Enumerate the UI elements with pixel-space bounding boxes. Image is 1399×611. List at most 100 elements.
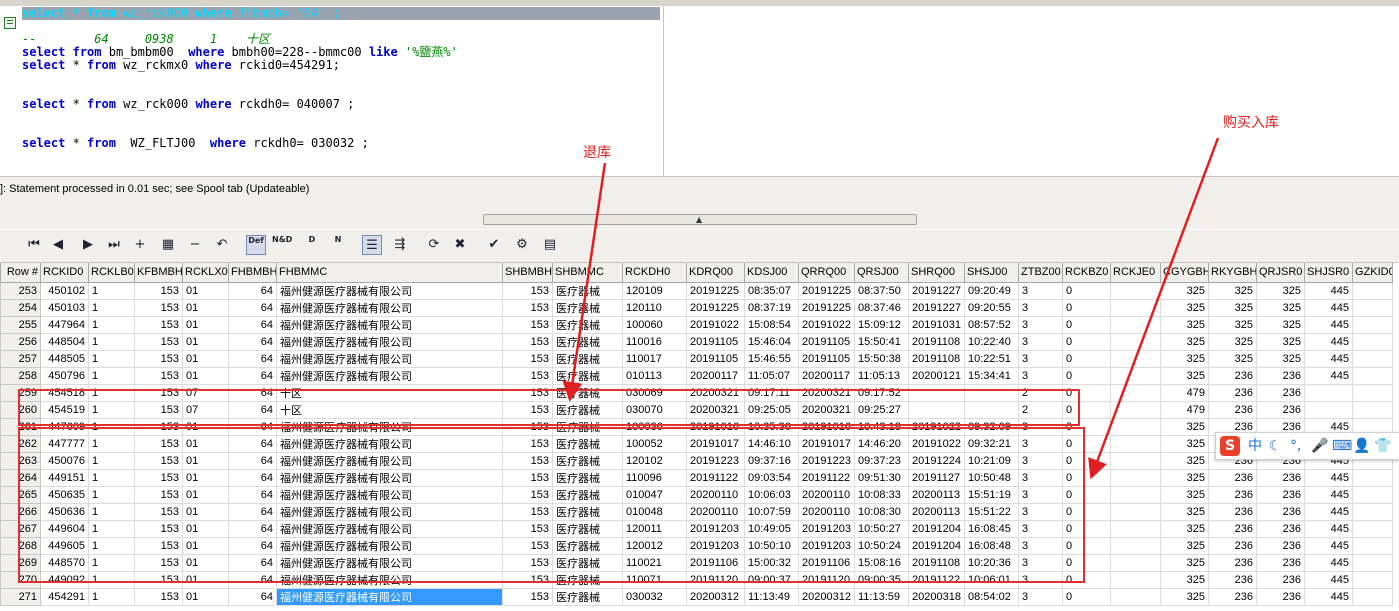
user-icon[interactable]: 👤 xyxy=(1353,437,1370,455)
table-cell[interactable]: 15:46:04 xyxy=(744,332,799,351)
table-cell[interactable]: 3 xyxy=(1018,315,1063,334)
table-cell[interactable]: 09:32:09 xyxy=(964,417,1019,436)
table-cell[interactable]: 153 xyxy=(502,434,553,453)
first-record-icon[interactable]: ⏮ xyxy=(24,235,44,255)
table-cell[interactable]: 153 xyxy=(502,417,553,436)
table-cell[interactable]: 479 xyxy=(1160,400,1209,419)
table-cell[interactable]: 医疗器械 xyxy=(552,366,623,385)
table-cell[interactable]: 010113 xyxy=(622,366,687,385)
def-icon[interactable]: Def xyxy=(246,235,266,255)
table-cell[interactable]: 153 xyxy=(134,400,183,419)
table-cell[interactable]: 20200113 xyxy=(908,485,965,504)
table-cell[interactable]: 01 xyxy=(182,468,229,487)
post-changes-icon[interactable]: ✔ xyxy=(484,235,504,255)
table-cell[interactable]: 20191224 xyxy=(908,451,965,470)
table-cell[interactable]: 236 xyxy=(1256,468,1305,487)
table-cell[interactable]: 福州健源医疗器械有限公司 xyxy=(276,570,503,589)
sogou-logo-icon[interactable]: S xyxy=(1220,436,1240,456)
table-cell[interactable]: 20191016 xyxy=(686,417,745,436)
code-line[interactable]: select * from wz_rckmx0 where rckid0=454… xyxy=(22,59,662,72)
table-cell[interactable]: 16:08:48 xyxy=(964,536,1019,555)
table-cell[interactable]: 2 xyxy=(1018,400,1063,419)
table-cell[interactable]: 01 xyxy=(182,519,229,538)
table-cell[interactable] xyxy=(964,400,1019,419)
table-row[interactable]: 253 450102 1 153 01 64 福州健源医疗器械有限公司 153 医疗器械 1201… xyxy=(0,281,1393,300)
table-row[interactable]: 260 454519 1 153 07 64 十区 153 医疗器械 030070 20200321… xyxy=(0,400,1393,419)
table-cell[interactable]: 医疗器械 xyxy=(552,570,623,589)
table-cell[interactable]: 325 xyxy=(1160,315,1209,334)
table-cell[interactable] xyxy=(1110,468,1161,487)
table-cell[interactable]: 16:08:45 xyxy=(964,519,1019,538)
table-cell[interactable]: 236 xyxy=(1208,570,1257,589)
table-cell[interactable] xyxy=(1110,400,1161,419)
table-cell[interactable]: 445 xyxy=(1304,298,1353,317)
table-cell[interactable]: 153 xyxy=(502,366,553,385)
table-cell[interactable]: 153 xyxy=(134,485,183,504)
table-cell[interactable]: 153 xyxy=(134,587,183,606)
table-cell[interactable]: 153 xyxy=(502,519,553,538)
table-cell[interactable]: 445 xyxy=(1304,553,1353,572)
table-cell[interactable]: 09:37:23 xyxy=(854,451,909,470)
table-cell[interactable] xyxy=(1352,553,1393,572)
table-cell[interactable]: 09:00:35 xyxy=(854,570,909,589)
table-cell[interactable]: 0 xyxy=(1062,570,1111,589)
table-cell[interactable]: 1 xyxy=(88,366,135,385)
table-cell[interactable]: 09:17:11 xyxy=(744,383,799,402)
table-cell[interactable]: 120109 xyxy=(622,281,687,300)
column-header[interactable]: KDRQ00 xyxy=(686,263,745,283)
execute-line-icon[interactable] xyxy=(4,17,16,29)
column-header[interactable]: SHSJ00 xyxy=(964,263,1019,283)
table-cell[interactable]: 20191108 xyxy=(908,553,965,572)
table-cell[interactable]: 3 xyxy=(1018,417,1063,436)
table-cell[interactable]: 450102 xyxy=(40,281,89,300)
table-cell[interactable]: 1 xyxy=(88,400,135,419)
table-cell[interactable]: 08:57:52 xyxy=(964,315,1019,334)
row-number[interactable]: 262 xyxy=(0,434,41,453)
table-cell[interactable]: 1 xyxy=(88,485,135,504)
table-cell[interactable]: 445 xyxy=(1304,570,1353,589)
table-cell[interactable]: 医疗器械 xyxy=(552,536,623,555)
table-cell[interactable]: 20191127 xyxy=(908,468,965,487)
table-cell[interactable] xyxy=(1352,281,1393,300)
table-cell[interactable]: 153 xyxy=(502,536,553,555)
table-cell[interactable]: 153 xyxy=(502,315,553,334)
table-cell[interactable]: 20191223 xyxy=(798,451,855,470)
row-number[interactable]: 260 xyxy=(0,400,41,419)
table-cell[interactable]: 445 xyxy=(1304,536,1353,555)
table-cell[interactable] xyxy=(1110,536,1161,555)
table-cell[interactable]: 0 xyxy=(1062,536,1111,555)
table-cell[interactable]: 福州健源医疗器械有限公司 xyxy=(276,417,503,436)
row-number[interactable]: 256 xyxy=(0,332,41,351)
table-cell[interactable]: 20200312 xyxy=(798,587,855,606)
code-line[interactable]: select * from wz_rck000 where rckdh0= 04… xyxy=(22,98,662,111)
table-cell[interactable]: 09:00:37 xyxy=(744,570,799,589)
table-cell[interactable] xyxy=(1110,315,1161,334)
table-cell[interactable]: 153 xyxy=(134,349,183,368)
table-cell[interactable]: 01 xyxy=(182,434,229,453)
table-cell[interactable]: 030032 xyxy=(622,587,687,606)
table-cell[interactable]: 236 xyxy=(1256,553,1305,572)
table-cell[interactable]: 325 xyxy=(1160,502,1209,521)
table-cell[interactable]: 20191225 xyxy=(686,281,745,300)
table-row[interactable]: 258 450796 1 153 01 64 福州健源医疗器械有限公司 153 医疗器械 0101… xyxy=(0,366,1393,385)
table-cell[interactable]: 20191203 xyxy=(798,519,855,538)
table-cell[interactable]: 10:50:10 xyxy=(744,536,799,555)
table-cell[interactable]: 09:25:05 xyxy=(744,400,799,419)
table-cell[interactable]: 01 xyxy=(182,485,229,504)
table-cell[interactable]: 10:49:05 xyxy=(744,519,799,538)
column-header[interactable]: GZKID0 xyxy=(1352,263,1393,283)
table-cell[interactable]: 福州健源医疗器械有限公司 xyxy=(276,536,503,555)
column-header[interactable]: RCKJE0 xyxy=(1110,263,1161,283)
table-cell[interactable]: 236 xyxy=(1256,536,1305,555)
column-header[interactable]: SHRQ00 xyxy=(908,263,965,283)
table-cell[interactable]: 0 xyxy=(1062,451,1111,470)
table-cell[interactable]: 236 xyxy=(1208,519,1257,538)
table-cell[interactable]: 15:51:19 xyxy=(964,485,1019,504)
table-row[interactable]: 269 448570 1 153 01 64 福州健源医疗器械有限公司 153 医疗器械 1100… xyxy=(0,553,1393,572)
table-cell[interactable]: 447609 xyxy=(40,417,89,436)
table-cell[interactable]: 153 xyxy=(134,332,183,351)
table-cell[interactable]: 153 xyxy=(134,519,183,538)
table-cell[interactable]: 325 xyxy=(1160,332,1209,351)
table-cell[interactable]: 医疗器械 xyxy=(552,281,623,300)
row-number[interactable]: 253 xyxy=(0,281,41,300)
